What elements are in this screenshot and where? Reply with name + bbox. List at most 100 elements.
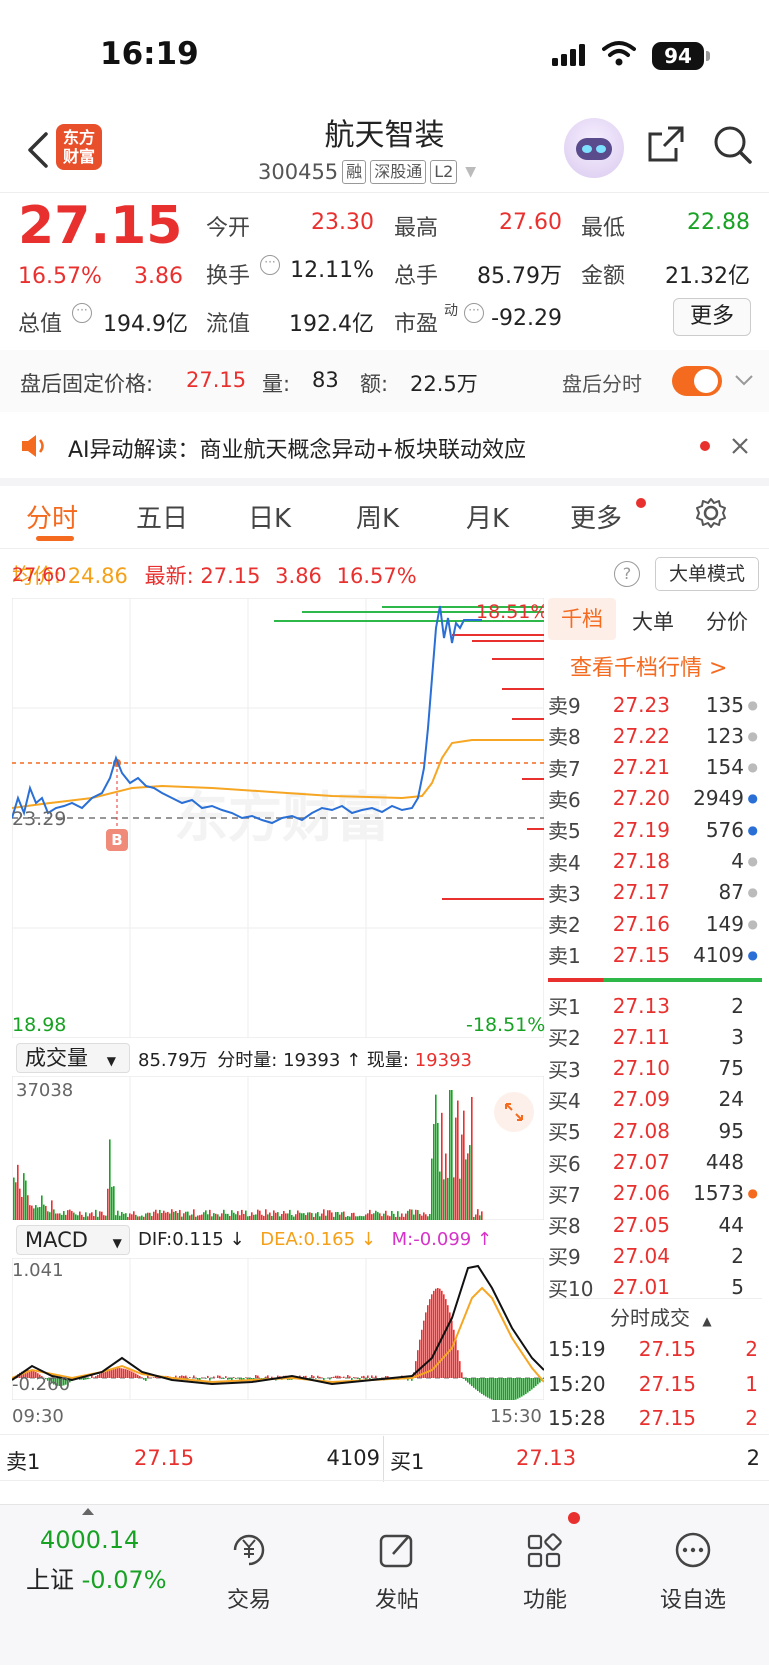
trades-divider bbox=[548, 1298, 762, 1299]
ask-row[interactable]: 卖5 27.19 576 ● bbox=[548, 814, 762, 845]
tag-level2: L2 bbox=[430, 160, 458, 184]
bottom-sell-vol: 4109 bbox=[326, 1446, 380, 1470]
view-levels-link[interactable]: 查看千档行情 > bbox=[570, 650, 727, 682]
volume-bar bbox=[447, 1177, 449, 1220]
stock-code-row[interactable]: 300455 融 深股通 L2 ▼ bbox=[258, 160, 476, 184]
index-row[interactable]: 上证 -0.07% bbox=[26, 1560, 167, 1595]
volume-bar bbox=[293, 1216, 295, 1220]
volume-bar bbox=[419, 1213, 421, 1220]
bid-row[interactable]: 买1 27.13 2 bbox=[548, 990, 762, 1021]
volume-bar bbox=[359, 1215, 361, 1220]
info-icon[interactable]: ··· bbox=[260, 255, 280, 275]
open-value: 23.30 bbox=[311, 210, 374, 235]
dropdown-arrow-icon: ▼ bbox=[465, 164, 477, 180]
volume-bar bbox=[199, 1215, 201, 1220]
macd-bar bbox=[499, 1378, 501, 1400]
macd-chart[interactable] bbox=[12, 1258, 544, 1400]
nav-functions[interactable]: 功能 bbox=[490, 1530, 600, 1614]
nav-post[interactable]: 发帖 bbox=[342, 1530, 452, 1614]
volume-bar bbox=[287, 1213, 289, 1220]
big-order-mode-button[interactable]: 大单模式 bbox=[655, 557, 759, 591]
volume-bar bbox=[17, 1164, 19, 1220]
macd-bar bbox=[507, 1378, 509, 1400]
ask-row[interactable]: 卖9 27.23 135 ● bbox=[548, 689, 762, 720]
bid-row[interactable]: 买2 27.11 3 bbox=[548, 1021, 762, 1052]
volume-bar bbox=[441, 1112, 443, 1220]
time-axis-start: 09:30 bbox=[12, 1406, 64, 1427]
search-icon[interactable] bbox=[712, 124, 754, 166]
buy-marker-icon[interactable]: B bbox=[106, 829, 128, 851]
volume-bar bbox=[469, 1145, 471, 1220]
ask-row[interactable]: 卖1 27.15 4109 ● bbox=[548, 939, 762, 970]
volume-bar bbox=[289, 1209, 291, 1220]
macd-bar bbox=[255, 1375, 257, 1378]
battery-indicator: 94 bbox=[652, 42, 704, 70]
level-label: 买8 bbox=[548, 1214, 581, 1239]
expand-up-icon[interactable] bbox=[82, 1508, 94, 1515]
bid-row[interactable]: 买3 27.10 75 bbox=[548, 1053, 762, 1084]
avg-price-row: 均价: 24.86 最新: 27.15 3.86 16.57% bbox=[12, 560, 417, 590]
info-icon[interactable]: ··· bbox=[464, 303, 484, 323]
tab-daily-k[interactable]: 日K bbox=[248, 498, 291, 535]
chevron-down-icon[interactable] bbox=[734, 372, 754, 388]
index-value[interactable]: 4000.14 bbox=[40, 1526, 139, 1554]
volume-bar bbox=[173, 1211, 175, 1220]
volume-bar bbox=[85, 1212, 87, 1220]
ask-row[interactable]: 卖3 27.17 87 ● bbox=[548, 877, 762, 908]
ask-row[interactable]: 卖8 27.22 123 ● bbox=[548, 720, 762, 751]
tab-price-dist[interactable]: 分价 bbox=[706, 606, 748, 636]
info-icon[interactable]: ··· bbox=[72, 303, 92, 323]
ai-assistant-avatar[interactable] bbox=[564, 118, 624, 178]
macd-bar bbox=[183, 1375, 185, 1378]
macd-bar bbox=[467, 1378, 469, 1383]
volume-bar bbox=[165, 1212, 167, 1220]
nav-trade[interactable]: 交易 bbox=[194, 1530, 304, 1614]
bid-row[interactable]: 买9 27.04 2 bbox=[548, 1240, 762, 1271]
nav-add-watchlist[interactable]: 设自选 bbox=[638, 1530, 748, 1614]
intraday-price-chart[interactable]: 东方财富 bbox=[12, 598, 544, 1038]
volume-bar bbox=[213, 1213, 215, 1220]
help-icon[interactable]: ? bbox=[614, 561, 640, 587]
macd-bar bbox=[421, 1329, 423, 1378]
macd-bar bbox=[319, 1376, 321, 1378]
bid-row[interactable]: 买6 27.07 448 bbox=[548, 1147, 762, 1178]
volume-bar bbox=[399, 1216, 401, 1220]
settings-gear-icon[interactable] bbox=[694, 496, 728, 530]
macd-bar bbox=[453, 1329, 455, 1378]
bid-row[interactable]: 买4 27.09 24 bbox=[548, 1084, 762, 1115]
volume-bar bbox=[395, 1216, 397, 1220]
tag-connect: 深股通 bbox=[370, 160, 427, 184]
tab-more[interactable]: 更多 bbox=[570, 498, 622, 535]
macd-bar bbox=[417, 1350, 419, 1378]
ask-row[interactable]: 卖4 27.18 4 ● bbox=[548, 846, 762, 877]
volume-bar bbox=[97, 1216, 99, 1220]
more-button[interactable]: 更多 bbox=[673, 298, 751, 336]
tab-five-day[interactable]: 五日 bbox=[136, 498, 188, 535]
trades-title[interactable]: 分时成交 ▲ bbox=[610, 1302, 712, 1331]
bid-row[interactable]: 买7 27.06 1573 ● bbox=[548, 1178, 762, 1209]
tab-intraday[interactable]: 分时 bbox=[26, 498, 78, 535]
toggle-knob bbox=[694, 369, 718, 393]
tab-weekly-k[interactable]: 周K bbox=[356, 498, 399, 535]
tab-thousand-levels[interactable]: 千档 bbox=[548, 598, 616, 640]
volume-chart[interactable] bbox=[12, 1076, 544, 1220]
caret-up-icon: ▲ bbox=[702, 1314, 712, 1328]
close-icon[interactable] bbox=[730, 436, 750, 456]
share-icon[interactable] bbox=[646, 124, 686, 164]
ask-row[interactable]: 卖2 27.16 149 ● bbox=[548, 908, 762, 939]
ask-row[interactable]: 卖7 27.21 154 ● bbox=[548, 752, 762, 783]
ai-banner-text[interactable]: AI异动解读：商业航天概念异动+板块联动效应 bbox=[68, 432, 526, 464]
tab-monthly-k[interactable]: 月K bbox=[466, 498, 509, 535]
expand-icon[interactable] bbox=[494, 1092, 534, 1132]
tab-big-order[interactable]: 大单 bbox=[632, 606, 674, 636]
volume-indicator-select[interactable]: 成交量 ▼ bbox=[16, 1043, 130, 1073]
ask-row[interactable]: 卖6 27.20 2949 ● bbox=[548, 783, 762, 814]
macd-indicator-select[interactable]: MACD ▼ bbox=[16, 1225, 130, 1255]
low-label: 最低 bbox=[581, 216, 626, 241]
bid-row[interactable]: 买5 27.08 95 bbox=[548, 1115, 762, 1146]
bid-row[interactable]: 买8 27.05 44 bbox=[548, 1209, 762, 1240]
speaker-icon bbox=[22, 435, 44, 457]
trade-row: 15:28 27.15 2 bbox=[548, 1401, 762, 1435]
level-volume: 135 bbox=[705, 692, 744, 717]
macd-bar bbox=[213, 1376, 215, 1378]
